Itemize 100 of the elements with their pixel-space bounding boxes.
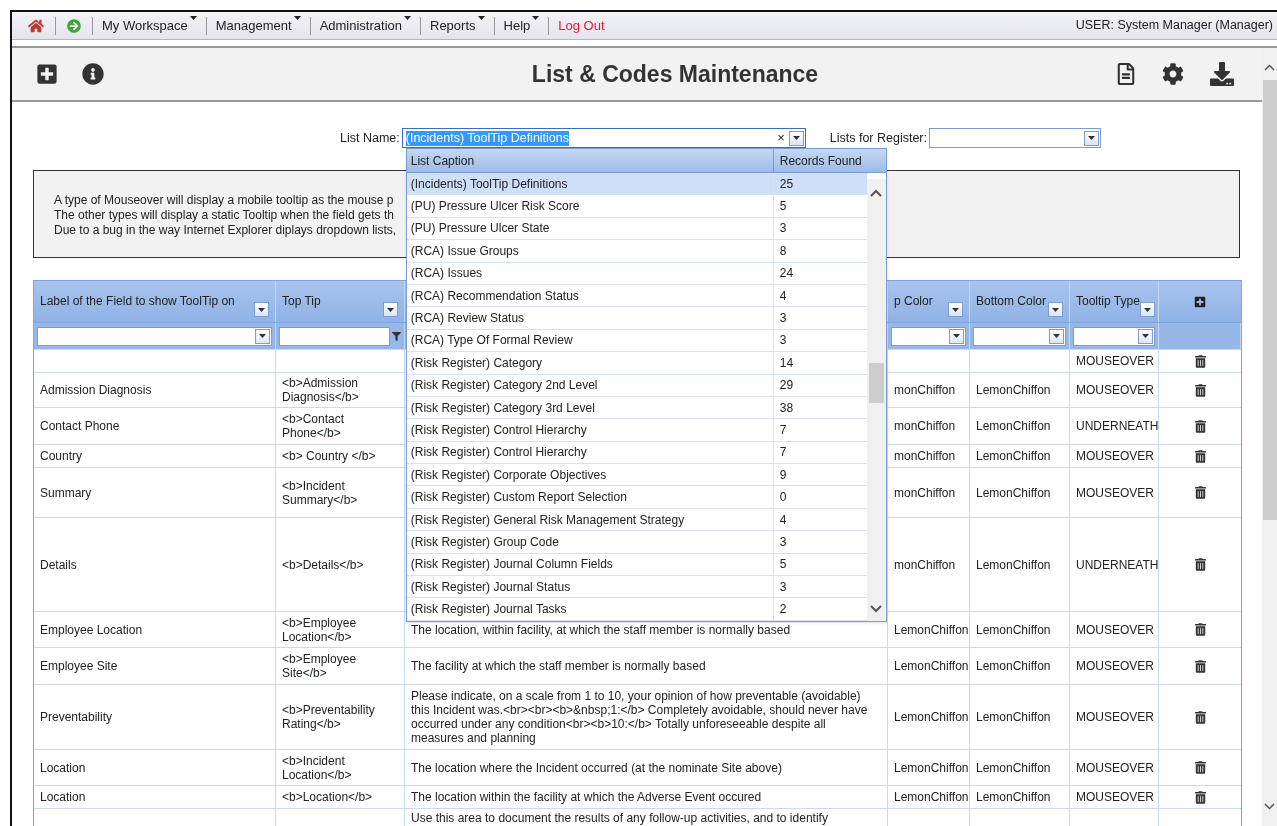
table-cell: monChiffon: [894, 383, 956, 397]
column-header[interactable]: Records Found: [773, 149, 886, 172]
column-header[interactable]: Tooltip Type: [1070, 281, 1159, 322]
trash-icon[interactable]: [1194, 419, 1206, 433]
menu-item[interactable]: Management: [206, 15, 310, 36]
register-field[interactable]: [929, 128, 1101, 148]
info-text: A type of Mouseover will display a mobile tooltip as the mouse p: [54, 193, 394, 208]
filter-field[interactable]: [1073, 326, 1155, 346]
caret-icon: [1053, 334, 1060, 338]
chevron-up-icon[interactable]: [869, 189, 882, 197]
menu-item[interactable]: Administration: [310, 15, 420, 36]
table-cell: LemonChiffon: [976, 383, 1051, 397]
column-header[interactable]: Bottom Color: [970, 281, 1070, 322]
column-header[interactable]: p Color: [888, 281, 970, 322]
column-header[interactable]: Top Tip: [276, 281, 405, 322]
home-icon[interactable]: [28, 17, 44, 34]
chevron-up-icon[interactable]: [1264, 64, 1275, 71]
chevron-down-icon[interactable]: [1264, 803, 1275, 810]
filter-field[interactable]: [973, 326, 1066, 346]
table-cell: UNDERNEATH: [1076, 419, 1159, 433]
column-menu-button[interactable]: [1139, 302, 1155, 317]
list-item[interactable]: (RCA) Issues 24: [406, 262, 867, 285]
menu-item[interactable]: My Workspace: [93, 15, 206, 36]
table-cell: UNDERNEATH: [1076, 557, 1159, 572]
table-cell: Admission Diagnosis: [40, 383, 152, 397]
trash-icon[interactable]: [1194, 486, 1206, 499]
page-title: List & Codes Maintenance: [530, 59, 820, 89]
dropdown-button[interactable]: [1138, 328, 1153, 344]
filter-icon[interactable]: [392, 331, 401, 341]
table-cell: Contact Phone: [40, 419, 120, 433]
dropdown-button[interactable]: [255, 328, 270, 344]
list-item[interactable]: (Risk Register) Category 3rd Level 38: [406, 396, 867, 420]
dropdown-button[interactable]: [1084, 130, 1099, 146]
list-item[interactable]: (RCA) Issue Groups 8: [406, 240, 867, 263]
filter-field[interactable]: [279, 326, 390, 346]
list-item[interactable]: (Risk Register) Journal Column Fields 5: [406, 553, 867, 577]
table-cell: LemonChiffon: [976, 622, 1051, 637]
list-item[interactable]: (Risk Register) Group Code 3: [406, 531, 867, 554]
column-menu-button[interactable]: [948, 302, 963, 317]
list-item[interactable]: (RCA) Review Status 3: [406, 307, 867, 330]
list-item[interactable]: (Risk Register) Category 2nd Level 29: [406, 374, 867, 397]
dropdown-button[interactable]: [1049, 328, 1064, 344]
list-item[interactable]: (Risk Register) Journal Status 3: [406, 576, 867, 599]
trash-icon[interactable]: [1194, 761, 1206, 774]
table-cell: LemonChiffon: [894, 710, 969, 724]
list-item[interactable]: (Risk Register) Control Hierarchy 7: [406, 419, 867, 442]
caret-icon: [1143, 307, 1151, 312]
add-icon[interactable]: [1194, 295, 1206, 308]
table-cell: MOUSEOVER: [1076, 710, 1154, 724]
trash-icon[interactable]: [1194, 558, 1206, 571]
trash-icon[interactable]: [1194, 659, 1206, 673]
trash-icon[interactable]: [1194, 449, 1206, 463]
list-item[interactable]: (PU) Pressure Ulcer Risk Score 5: [406, 195, 867, 218]
column-menu-button[interactable]: [1048, 302, 1063, 317]
table-cell: LemonChiffon: [976, 710, 1051, 724]
add-icon[interactable]: [36, 63, 58, 85]
trash-icon[interactable]: [1194, 790, 1206, 804]
menu-item[interactable]: Help: [494, 15, 549, 36]
table-cell: LemonChiffon: [976, 790, 1051, 804]
field-value: (Incidents) ToolTip Definitions: [405, 130, 570, 146]
scrollbar-thumb[interactable]: [1263, 80, 1277, 520]
list-item[interactable]: (PU) Pressure Ulcer State 3: [406, 217, 867, 241]
list-item[interactable]: (RCA) Type Of Formal Review 3: [406, 329, 867, 353]
chevron-down-icon[interactable]: [869, 604, 882, 613]
trash-icon[interactable]: [1194, 710, 1206, 724]
settings-icon[interactable]: [1162, 63, 1184, 85]
column-menu-button[interactable]: [383, 302, 398, 317]
filter-field[interactable]: [891, 326, 966, 346]
table-cell: MOUSEOVER: [1076, 383, 1154, 397]
scrollbar-thumb[interactable]: [868, 363, 884, 403]
table-cell: LemonChiffon: [976, 557, 1051, 572]
list-item[interactable]: (RCA) Recommendation Status 4: [406, 284, 867, 308]
list-name-field[interactable]: (Incidents) ToolTip Definitions ×: [401, 128, 806, 148]
filter-field[interactable]: [37, 326, 272, 346]
info-icon[interactable]: [82, 63, 104, 85]
list-item[interactable]: (Incidents) ToolTip Definitions 25: [406, 173, 867, 196]
table-cell-text: <b>Preventability Rating</b>: [282, 703, 376, 731]
table-cell: LemonChiffon: [976, 419, 1051, 433]
download-icon[interactable]: [1210, 62, 1234, 86]
scrollbar[interactable]: [1262, 48, 1277, 826]
list-item[interactable]: (Risk Register) General Risk Management Strategy 4: [406, 508, 867, 532]
trash-icon[interactable]: [1194, 383, 1206, 397]
table-cell: Employee Site: [40, 659, 118, 673]
menu-item[interactable]: Reports: [421, 15, 494, 36]
trash-icon[interactable]: [1194, 623, 1206, 636]
list-item[interactable]: (Risk Register) Journal Tasks 2: [406, 598, 867, 621]
logout-link[interactable]: Log Out: [549, 15, 614, 36]
list-item[interactable]: (Risk Register) Custom Report Selection 0: [406, 486, 867, 509]
dropdown-button[interactable]: [788, 130, 804, 146]
table-cell-text: <b>Incident Summary</b>: [282, 478, 359, 507]
caret-icon: [953, 334, 960, 338]
column-header[interactable]: Label of the Field to show ToolTip on: [34, 281, 276, 322]
document-icon[interactable]: [1116, 63, 1136, 85]
list-item[interactable]: (Risk Register) Category 14: [406, 352, 867, 375]
column-menu-button[interactable]: [254, 302, 269, 317]
list-item[interactable]: (Risk Register) Control Hierarchy 7: [406, 441, 867, 465]
clear-button[interactable]: ×: [777, 128, 785, 148]
list-item[interactable]: (Risk Register) Corporate Objectives 9: [406, 464, 867, 487]
dropdown-button[interactable]: [949, 328, 964, 344]
trash-icon[interactable]: [1194, 354, 1206, 368]
